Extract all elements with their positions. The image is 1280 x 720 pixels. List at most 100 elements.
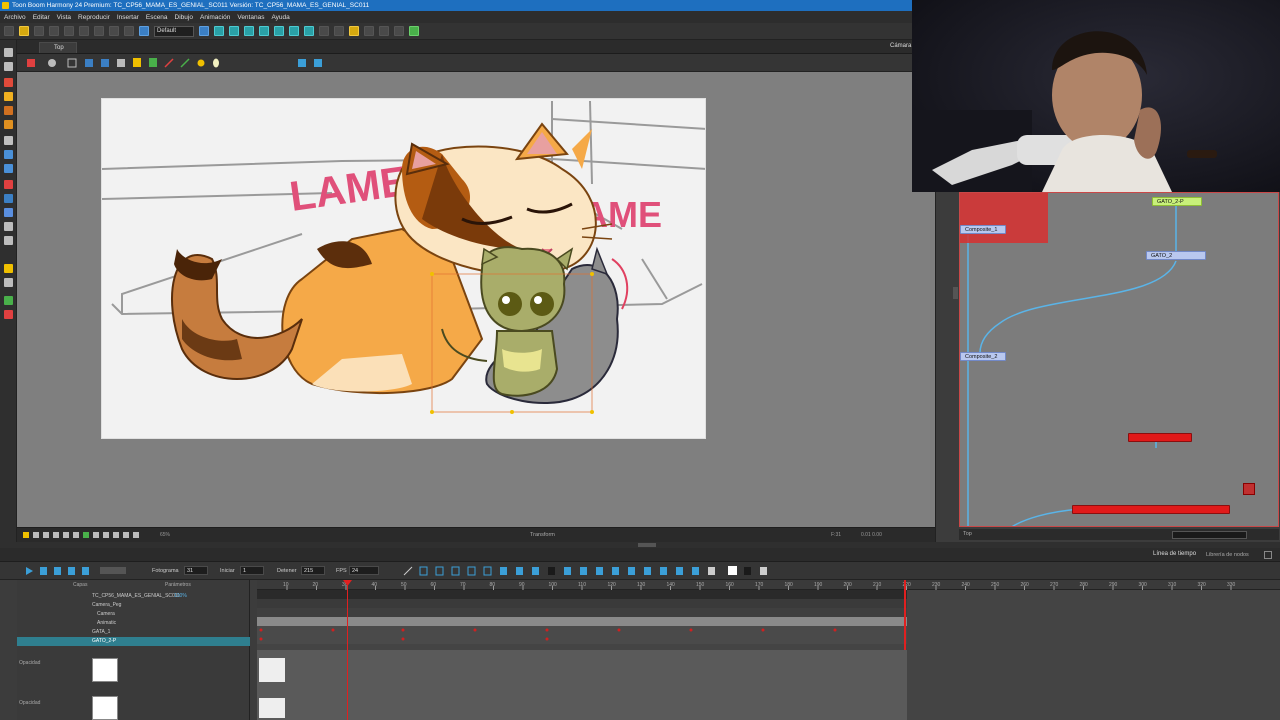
brush-tool-icon[interactable] bbox=[4, 78, 13, 87]
constraint-icon[interactable] bbox=[304, 26, 314, 36]
playhead[interactable] bbox=[347, 580, 348, 720]
menu-vista[interactable]: Vista bbox=[57, 14, 71, 21]
layer-row-selected[interactable]: GATO_2-P bbox=[17, 637, 250, 646]
redo-icon[interactable] bbox=[94, 26, 104, 36]
snap-icon[interactable] bbox=[364, 26, 374, 36]
zoom-tool-icon[interactable] bbox=[4, 236, 13, 245]
text-tool-icon[interactable] bbox=[4, 136, 13, 145]
scene-canvas[interactable]: LAME AME bbox=[101, 98, 706, 439]
tab-timeline[interactable]: Línea de tiempo bbox=[1153, 551, 1196, 557]
layer-row[interactable]: Camera bbox=[17, 610, 250, 619]
frame-input[interactable]: 31 bbox=[184, 566, 208, 575]
tools-toolbar bbox=[0, 40, 17, 545]
workspace-icon[interactable] bbox=[139, 26, 149, 36]
menu-ayuda[interactable]: Ayuda bbox=[271, 14, 289, 21]
camera-view-label[interactable]: Cámara bbox=[890, 43, 911, 49]
node-composite-2[interactable]: Composite_2 bbox=[960, 352, 1006, 361]
check-icon[interactable] bbox=[409, 26, 419, 36]
layer-name: TC_CP56_MAMA_ES_GENIAL_SC011 bbox=[92, 593, 181, 599]
layer-row[interactable]: GATA_1 bbox=[17, 628, 250, 637]
bone-icon[interactable] bbox=[289, 26, 299, 36]
menu-ventanas[interactable]: Ventanas bbox=[237, 14, 264, 21]
stamp-tool-icon[interactable] bbox=[4, 120, 13, 129]
save-all-icon[interactable] bbox=[49, 26, 59, 36]
timeline-ruler[interactable]: 10 20 30 40 50 60 70 80 90 100 110 120 130 140 150 160 1… bbox=[257, 580, 1280, 590]
pivot-icon[interactable] bbox=[274, 26, 284, 36]
ruler-tick-label: 120 bbox=[608, 582, 617, 588]
menu-editar[interactable]: Editar bbox=[33, 14, 50, 21]
node-graph[interactable]: GATO_2-P GATO_2 Composite_1 Composite_2 bbox=[959, 192, 1279, 527]
layer-thumbnail-2[interactable] bbox=[92, 696, 118, 720]
keyframe-icon[interactable] bbox=[349, 26, 359, 36]
skew-icon[interactable] bbox=[259, 26, 269, 36]
import-icon[interactable] bbox=[124, 26, 134, 36]
fps-input[interactable]: 24 bbox=[349, 566, 379, 575]
morph-tool-icon[interactable] bbox=[4, 310, 13, 319]
save-icon[interactable] bbox=[34, 26, 44, 36]
rotate-icon[interactable] bbox=[229, 26, 239, 36]
node-gato-2-peg[interactable]: GATO_2-P bbox=[1152, 197, 1202, 206]
group-backdrop[interactable] bbox=[960, 193, 1048, 243]
grid-icon[interactable] bbox=[379, 26, 389, 36]
open-folder-icon[interactable] bbox=[19, 26, 29, 36]
panel-menu-icon[interactable] bbox=[1264, 551, 1272, 559]
transform-tool-icon[interactable] bbox=[4, 264, 13, 273]
layer-thumbnail[interactable] bbox=[92, 658, 118, 682]
mirror-icon[interactable] bbox=[334, 26, 344, 36]
menu-escena[interactable]: Escena bbox=[146, 14, 168, 21]
node-navigator-icon[interactable] bbox=[1243, 483, 1255, 495]
layer-row[interactable]: Animatic bbox=[17, 619, 250, 628]
deformer-tool-icon[interactable] bbox=[4, 296, 13, 305]
splitter-handle-icon[interactable] bbox=[638, 543, 656, 547]
link-icon[interactable] bbox=[109, 26, 119, 36]
start-input[interactable]: 1 bbox=[240, 566, 264, 575]
timeline-frames[interactable] bbox=[257, 590, 1280, 720]
layout-icon[interactable] bbox=[199, 26, 209, 36]
node-view-side-toggle-icon[interactable] bbox=[953, 287, 958, 299]
menu-reproducir[interactable]: Reproducir bbox=[78, 14, 110, 21]
eraser-tool-icon[interactable] bbox=[4, 106, 13, 115]
node-search-input[interactable] bbox=[1172, 531, 1247, 539]
onion-skin-icon[interactable] bbox=[319, 26, 329, 36]
transform-icon[interactable] bbox=[214, 26, 224, 36]
menu-insertar[interactable]: Insertar bbox=[117, 14, 139, 21]
delete-icon[interactable] bbox=[64, 26, 74, 36]
hand-tool-icon[interactable] bbox=[4, 222, 13, 231]
ruler-tick-label: 150 bbox=[696, 582, 705, 588]
node-red-group-1[interactable] bbox=[1128, 433, 1192, 442]
dropper-tool-icon[interactable] bbox=[4, 208, 13, 217]
timeline-tool-icons[interactable] bbox=[400, 562, 800, 580]
pencil-tool-icon[interactable] bbox=[4, 92, 13, 101]
opacity-value: 100% bbox=[174, 593, 187, 599]
tab-top-view[interactable]: Top bbox=[39, 42, 77, 53]
line-tool-icon[interactable] bbox=[4, 164, 13, 173]
node-gato-2[interactable]: GATO_2 bbox=[1146, 251, 1206, 260]
select-tool-icon[interactable] bbox=[4, 48, 13, 57]
tab-node-library[interactable]: Librería de nodos bbox=[1206, 552, 1249, 558]
layer-row[interactable]: TC_CP56_MAMA_ES_GENIAL_SC011 100% bbox=[17, 592, 250, 601]
menu-animacion[interactable]: Animación bbox=[200, 14, 230, 21]
new-scene-icon[interactable] bbox=[4, 26, 14, 36]
layer-row[interactable]: Camera_Peg bbox=[17, 601, 250, 610]
contour-editor-icon[interactable] bbox=[4, 62, 13, 71]
menu-dibujo[interactable]: Dibujo bbox=[175, 14, 193, 21]
ruler-tick-label: 90 bbox=[519, 582, 525, 588]
main-toolbar: Default bbox=[0, 23, 912, 40]
undo-icon[interactable] bbox=[79, 26, 89, 36]
paint-tool-icon[interactable] bbox=[4, 180, 13, 189]
scene-end-marker[interactable] bbox=[904, 580, 906, 650]
scale-icon[interactable] bbox=[244, 26, 254, 36]
menu-archivo[interactable]: Archivo bbox=[4, 14, 26, 21]
node-composite-1[interactable]: Composite_1 bbox=[960, 225, 1006, 234]
cutter-tool-icon[interactable] bbox=[4, 278, 13, 287]
ink-tool-icon[interactable] bbox=[4, 194, 13, 203]
color-swatch-icon[interactable] bbox=[394, 26, 404, 36]
zoom-level[interactable]: 65% bbox=[160, 532, 170, 538]
shape-tool-icon[interactable] bbox=[4, 150, 13, 159]
status-toolbar-icons[interactable] bbox=[19, 528, 149, 543]
stop-input[interactable]: 215 bbox=[301, 566, 325, 575]
camera-tool-icons[interactable] bbox=[23, 54, 343, 72]
playback-controls[interactable] bbox=[20, 562, 130, 580]
workspace-preset-select[interactable]: Default bbox=[154, 25, 194, 37]
node-red-group-2[interactable] bbox=[1072, 505, 1230, 514]
